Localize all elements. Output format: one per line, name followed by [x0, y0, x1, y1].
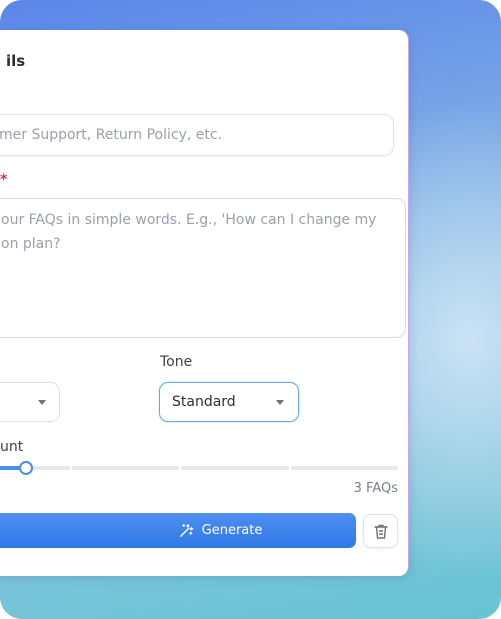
chevron-down-icon — [38, 400, 46, 405]
delete-button[interactable] — [363, 514, 398, 548]
slider-track[interactable] — [0, 466, 398, 470]
slider-thumb[interactable] — [19, 461, 33, 475]
description-placeholder-line-2: on plan? — [1, 236, 61, 252]
language-select[interactable] — [0, 382, 60, 422]
tone-select[interactable]: Standard — [159, 382, 299, 422]
generate-label: Generate — [201, 523, 263, 538]
faq-count-label: unt — [0, 439, 24, 455]
required-indicator: * — [0, 172, 8, 188]
description-placeholder-line-1: our FAQs in simple words. E.g., 'How can… — [1, 212, 377, 228]
topic-placeholder: mer Support, Return Policy, etc. — [0, 127, 223, 143]
tone-selected-value: Standard — [172, 394, 236, 410]
slider-step-tick — [179, 465, 181, 471]
description-textarea[interactable]: our FAQs in simple words. E.g., 'How can… — [0, 198, 406, 338]
generate-button[interactable]: Generate — [0, 513, 356, 548]
chevron-down-icon — [276, 400, 284, 405]
faq-count-slider[interactable] — [0, 460, 398, 476]
trash-icon — [373, 524, 388, 539]
slider-step-tick — [289, 465, 291, 471]
magic-wand-icon — [179, 524, 193, 537]
tone-label: Tone — [160, 354, 193, 370]
topic-input[interactable]: mer Support, Return Policy, etc. — [0, 114, 394, 156]
background-gradient: ils mer Support, Return Policy, etc. * o… — [0, 0, 501, 619]
faq-count-value: 3 FAQs — [353, 481, 398, 496]
card-title: ils — [6, 52, 26, 70]
slider-step-tick — [70, 465, 72, 471]
